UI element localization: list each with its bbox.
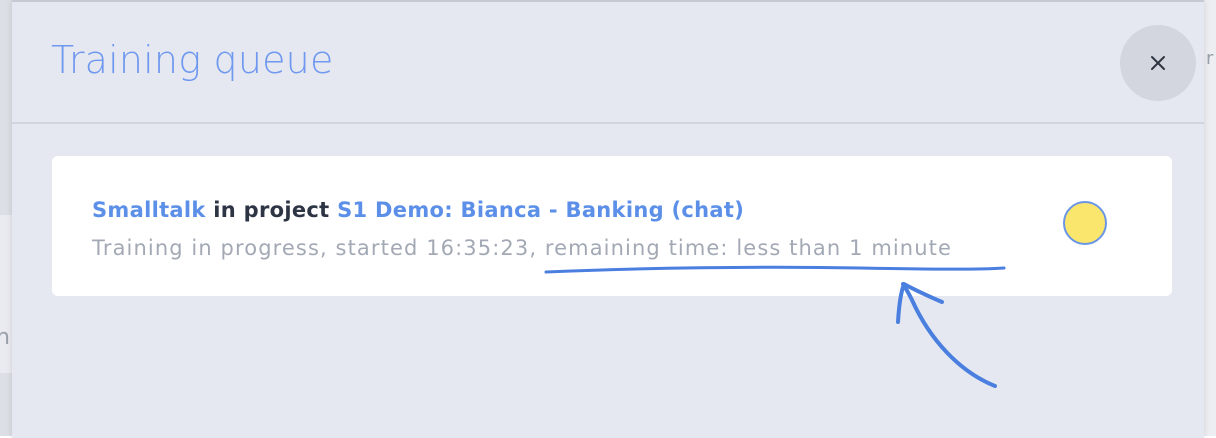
training-status-indicator	[1063, 201, 1107, 245]
training-job-title: Smalltalk in project S1 Demo: Bianca - B…	[92, 198, 744, 222]
model-link[interactable]: Smalltalk	[92, 198, 206, 222]
modal-title: Training queue	[51, 38, 334, 82]
background-text-fragment: r	[1206, 48, 1214, 69]
project-link[interactable]: S1 Demo: Bianca - Banking (chat)	[337, 198, 744, 222]
background-text-fragment: n	[0, 325, 10, 350]
close-button[interactable]	[1120, 25, 1196, 101]
background-panel-right: r	[1203, 0, 1216, 436]
training-status-text: Training in progress, started 16:35:23, …	[92, 236, 952, 260]
modal-header: Training queue	[12, 2, 1204, 124]
project-connector-text: in project	[213, 198, 330, 222]
training-queue-modal: Training queue Smalltalk in project S1 D…	[12, 0, 1204, 438]
close-icon	[1151, 56, 1165, 70]
training-job-card: Smalltalk in project S1 Demo: Bianca - B…	[52, 156, 1172, 296]
